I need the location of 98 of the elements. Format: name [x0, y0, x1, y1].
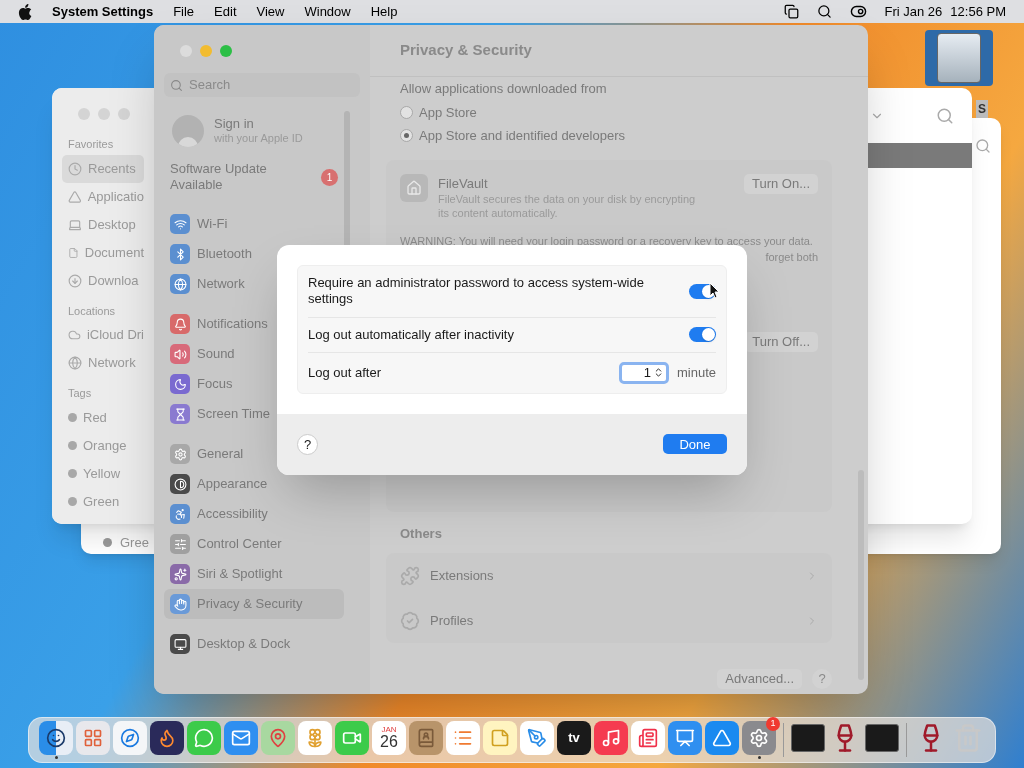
- house-icon: [400, 173, 428, 202]
- search-icon: [170, 78, 183, 92]
- compass-icon[interactable]: [113, 721, 147, 755]
- filevault-title: FileVault: [438, 174, 489, 193]
- calendar-day: 26: [380, 734, 398, 750]
- drive-label: S: [976, 100, 988, 118]
- pen-icon[interactable]: [520, 721, 554, 755]
- contact-book-icon[interactable]: [409, 721, 443, 755]
- menu-time: 12:56 PM: [950, 2, 1006, 21]
- update-label[interactable]: Software Update Available: [170, 160, 290, 194]
- menu-item[interactable]: Window: [304, 1, 351, 22]
- cloud-icon: [68, 328, 81, 342]
- radio-option[interactable]: App Store and identified developers: [400, 126, 832, 146]
- sidebar-item[interactable]: Appearance: [164, 469, 344, 499]
- update-badge: 1: [321, 168, 338, 186]
- sidebar-item[interactable]: Recents: [62, 154, 144, 183]
- sidebar-item[interactable]: Red: [62, 403, 144, 432]
- video-camera-icon[interactable]: [335, 721, 369, 755]
- sidebar-item[interactable]: Network: [62, 349, 144, 377]
- setting-label: Require an administrator password to access system-wide settings: [308, 275, 645, 308]
- cursor-icon: [709, 282, 720, 299]
- radio-button[interactable]: [400, 129, 413, 143]
- document-icon: [68, 245, 79, 260]
- number-stepper-field[interactable]: 1: [618, 361, 669, 384]
- laptop-icon: [68, 217, 82, 232]
- settings-row[interactable]: Profiles: [400, 598, 818, 643]
- turn-off-button[interactable]: Turn Off...: [744, 331, 818, 352]
- sidebar-item[interactable]: Green: [62, 487, 144, 516]
- menu-item[interactable]: File: [173, 1, 195, 22]
- section-heading: Favorites: [67, 137, 115, 152]
- settings-row[interactable]: Extensions: [400, 553, 818, 598]
- calendar-month: JAN: [381, 726, 397, 734]
- clock-icon: [68, 161, 82, 176]
- menu-item[interactable]: View: [256, 1, 285, 22]
- sidebar-item[interactable]: Yellow: [62, 459, 144, 488]
- triangle-icon: [68, 189, 82, 204]
- setting-label: Log out after: [308, 364, 382, 381]
- help-button[interactable]: ?: [297, 433, 318, 455]
- toggle-switch[interactable]: [689, 327, 716, 343]
- sidebar-item[interactable]: Document: [62, 238, 144, 267]
- sidebar-item[interactable]: Desktop: [62, 210, 144, 239]
- sidebar-item[interactable]: Wi-Fi: [164, 209, 344, 239]
- tv-label: tv: [568, 729, 580, 748]
- note-icon[interactable]: [483, 721, 517, 755]
- globe-icon: [68, 356, 82, 370]
- badge-check-icon: [400, 610, 420, 631]
- sidebar-item[interactable]: Siri & Spotlight: [164, 559, 344, 589]
- envelope-icon[interactable]: [224, 721, 258, 755]
- tag-label: Gree: [120, 533, 149, 552]
- help-button[interactable]: ?: [812, 669, 832, 689]
- flame-icon[interactable]: [150, 721, 184, 755]
- advanced-button[interactable]: Advanced...: [717, 669, 802, 689]
- search-field[interactable]: Search: [164, 73, 360, 97]
- download-icon: [68, 273, 82, 288]
- puzzle-icon: [400, 565, 420, 586]
- sidebar-item[interactable]: Privacy & Security: [164, 589, 344, 619]
- account-title[interactable]: Sign in: [214, 116, 303, 133]
- section-label: Allow applications downloaded from: [400, 80, 608, 98]
- sidebar-item[interactable]: Downloa: [62, 266, 144, 295]
- terminal-window-icon[interactable]: [791, 724, 825, 752]
- sidebar-item[interactable]: Accessibility: [164, 499, 344, 529]
- sidebar-item[interactable]: Control Center: [164, 529, 344, 559]
- music-note-icon[interactable]: [594, 721, 628, 755]
- section-heading: Tags: [67, 386, 93, 401]
- menu-item[interactable]: Help: [370, 1, 398, 22]
- menu-date: Fri Jan 26: [884, 2, 943, 21]
- list-icon[interactable]: [446, 721, 480, 755]
- section-heading: Locations: [67, 303, 117, 319]
- turn-on-button[interactable]: Turn On...: [743, 173, 818, 194]
- done-button[interactable]: Done: [663, 434, 727, 455]
- control-center-icon[interactable]: [849, 3, 867, 20]
- map-pin-icon[interactable]: [261, 721, 295, 755]
- calendar-icon[interactable]: JAN 26: [372, 721, 406, 755]
- sidebar-item[interactable]: iCloud Dri: [62, 321, 144, 349]
- app-menu[interactable]: System Settings: [52, 1, 154, 22]
- radio-button[interactable]: [400, 105, 413, 119]
- unit-label: minute: [676, 364, 716, 382]
- apple-logo-icon[interactable]: [18, 3, 32, 20]
- finder-face-icon[interactable]: [39, 721, 73, 755]
- newspaper-icon[interactable]: [631, 721, 665, 755]
- sidebar-item[interactable]: Orange: [62, 431, 144, 460]
- setting-label: Log out automatically after inactivity: [308, 326, 515, 343]
- tv-app-icon[interactable]: tv: [557, 721, 591, 755]
- section-heading: Others: [400, 524, 443, 543]
- hard-drive-icon[interactable]: [925, 30, 993, 86]
- pane-title: Privacy & Security: [400, 40, 532, 61]
- presentation-icon[interactable]: [668, 721, 702, 755]
- flower-icon[interactable]: [298, 721, 332, 755]
- gear-icon[interactable]: [742, 721, 776, 755]
- sidebar-item[interactable]: Desktop & Dock: [164, 629, 344, 659]
- radio-option[interactable]: App Store: [400, 102, 832, 122]
- notification-badge: 1: [766, 717, 780, 731]
- terminal-window-icon[interactable]: [865, 724, 899, 752]
- search-icon[interactable]: [816, 4, 832, 19]
- warning-text: forget both: [765, 250, 818, 265]
- menu-item[interactable]: Edit: [214, 1, 237, 22]
- windows-icon[interactable]: [783, 4, 799, 19]
- sidebar-item[interactable]: Applicatio: [62, 182, 144, 211]
